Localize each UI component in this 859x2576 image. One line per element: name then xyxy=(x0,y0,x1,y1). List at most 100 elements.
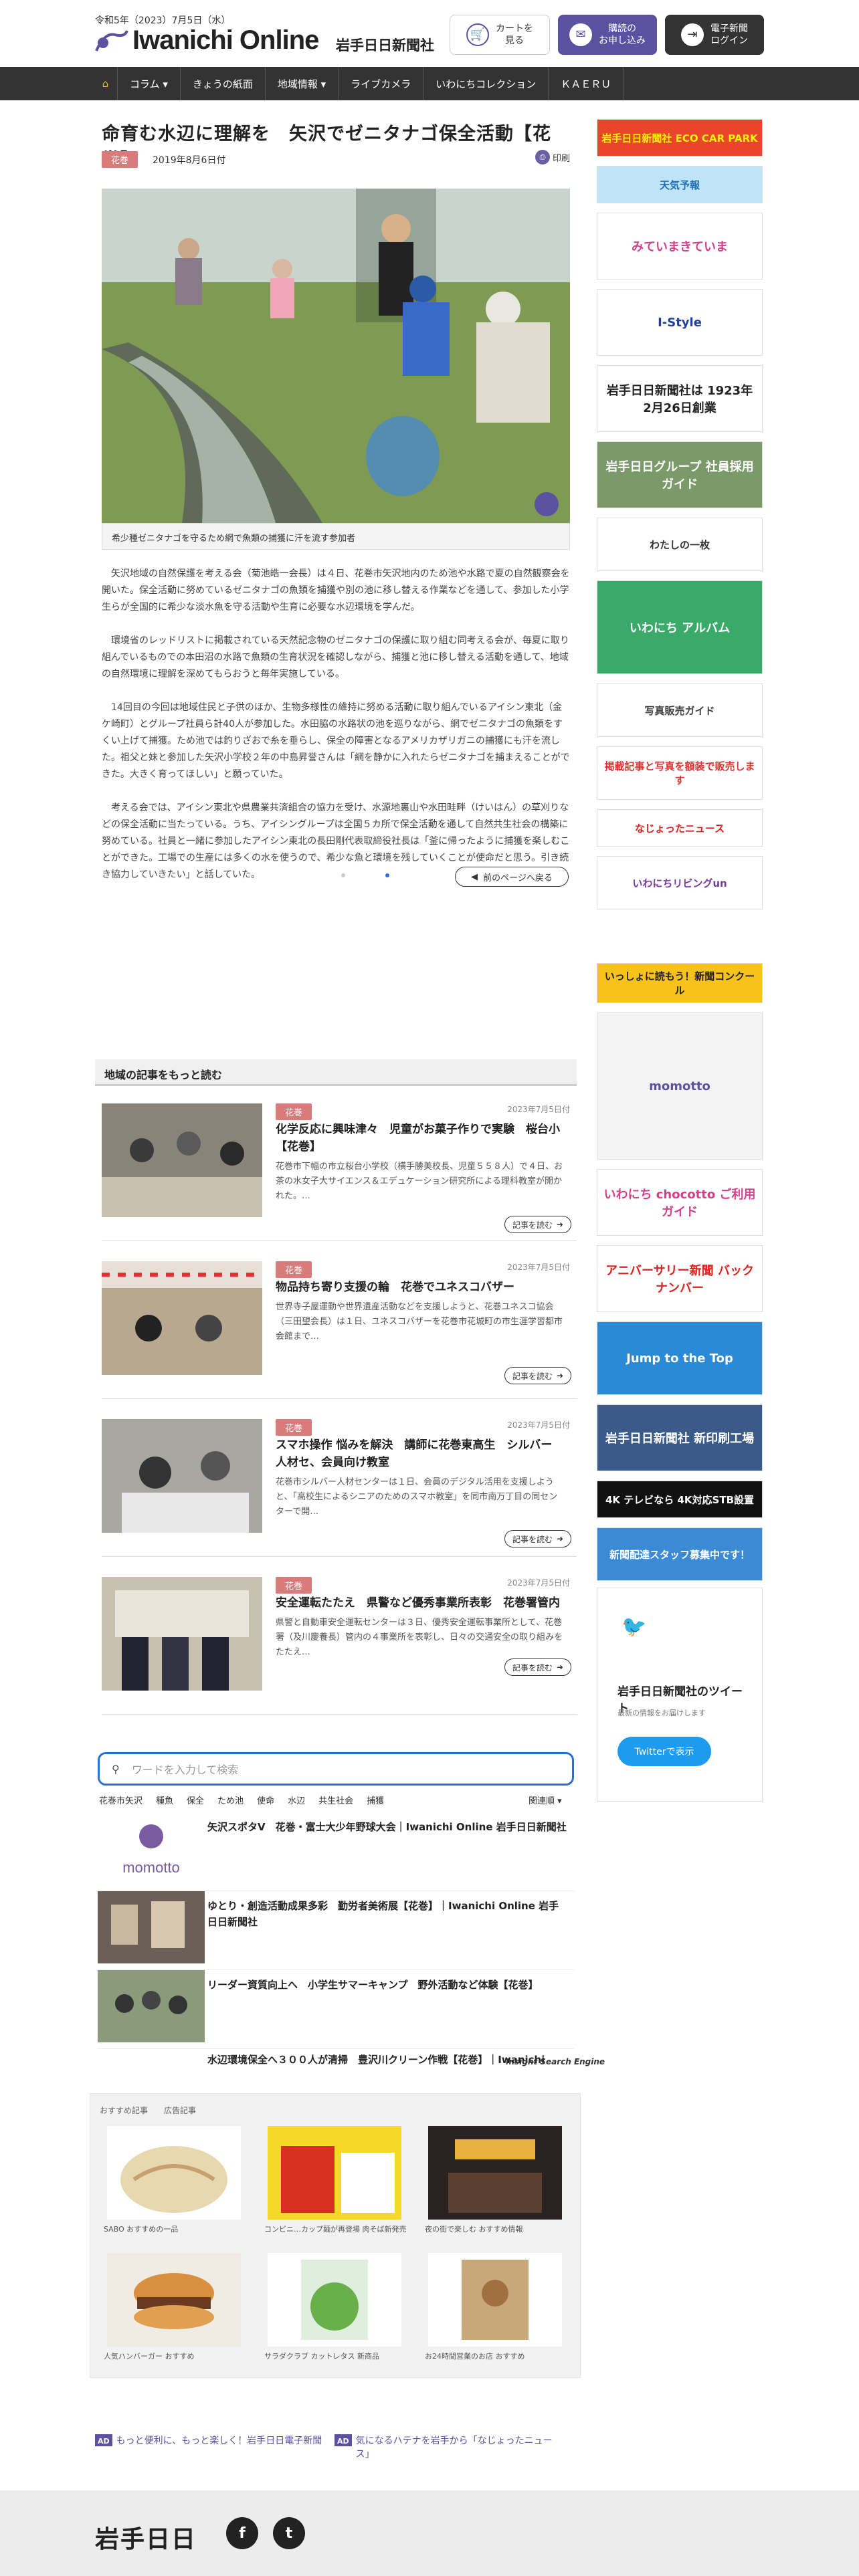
related-title[interactable]: スマホ操作 悩みを解決 講師に花巻東高生 シルバー人材セ、会員向け教室 xyxy=(276,1436,563,1471)
nav-item-live-camera[interactable]: ライブカメラ xyxy=(339,67,424,100)
read-more-button[interactable]: 記事を読む ➜ xyxy=(504,1216,571,1233)
category-badge[interactable]: 花巻 xyxy=(276,1103,312,1120)
cart-icon: 🛒 xyxy=(466,23,489,46)
sidebar-banner[interactable]: 写真販売ガイド xyxy=(597,683,763,737)
logo-icon[interactable] xyxy=(95,28,128,55)
recommend-item[interactable]: お24時間営業のお店 おすすめ xyxy=(418,2253,572,2361)
read-more-button[interactable]: 記事を読む ➜ xyxy=(504,1658,571,1676)
sidebar-banner[interactable]: アニバーサリー新聞 バックナンバー xyxy=(597,1245,763,1312)
sidebar-banner[interactable]: 掲載記事と写真を額装で販売します xyxy=(597,746,763,800)
search-icon: ⚲ xyxy=(112,1762,120,1776)
sidebar-banner[interactable]: なじょったニュース xyxy=(597,809,763,847)
related-article[interactable]: 花巻 2023年7月5日付 物品持ち寄り支援の輪 花巻でユネスコバザー 世界寺子… xyxy=(102,1252,577,1399)
recommend-item[interactable]: サラダクラブ カットレタス 新商品 xyxy=(258,2253,411,2361)
search-result[interactable]: ゆとり・創造活動成果多彩 勤労者美術展【花巻】｜Iwanichi Online … xyxy=(98,1891,574,1970)
logo-subtitle: 岩手日日新聞社 xyxy=(336,37,434,53)
twitter-footer-icon[interactable]: t xyxy=(273,2517,305,2549)
search-tag[interactable]: 水辺 xyxy=(286,1794,306,1806)
sidebar-banner[interactable]: 岩手日日グループ 社員採用ガイド xyxy=(597,441,763,508)
read-more-button[interactable]: 記事を読む ➜ xyxy=(504,1530,571,1547)
result-thumb[interactable] xyxy=(98,1970,205,2042)
sidebar-banner[interactable]: いわにちリビングun xyxy=(597,856,763,909)
sidebar-banner[interactable]: Jump to the Top xyxy=(597,1321,763,1395)
search-tag[interactable]: 種魚 xyxy=(155,1794,175,1806)
related-title[interactable]: 安全運転たたえ 県警など優秀事業所表彰 花巻署管内 xyxy=(276,1594,563,1612)
search-tag[interactable]: 花巻市矢沢 xyxy=(98,1794,144,1806)
ad-link-digital[interactable]: AD もっと便利に、もっと楽しく！岩手日日電子新聞 xyxy=(95,2434,322,2448)
search-tag[interactable]: 共生社会 xyxy=(317,1794,355,1806)
sidebar-banner[interactable]: I-Style xyxy=(597,289,763,356)
sidebar-banner[interactable]: 4K テレビなら 4K対応STB設置 xyxy=(597,1481,763,1518)
recommend-item[interactable]: 夜の街で楽しむ おすすめ情報 xyxy=(418,2126,572,2234)
search-result[interactable]: momotto 矢沢スポタV 花巻・富士大少年野球大会｜Iwanichi Onl… xyxy=(98,1812,574,1891)
category-badge[interactable]: 花巻 xyxy=(276,1419,312,1436)
sidebar-banner[interactable]: 岩手日日新聞社 新印刷工場 xyxy=(597,1404,763,1471)
recommend-item[interactable]: コンビニ…カップ麺が再登場 肉そば新発売 xyxy=(258,2126,411,2234)
sidebar-banner[interactable]: いっしょに読もう！新聞コンクール xyxy=(597,963,763,1003)
article-body: 矢沢地域の自然保護を考える会（菊池皓一会長）は４日、花巻市矢沢地内のため池や水路… xyxy=(102,568,570,880)
cart-button[interactable]: 🛒 カートを 見る xyxy=(450,15,550,55)
category-badge[interactable]: 花巻 xyxy=(102,151,138,168)
related-excerpt: 花巻市下幅の市立桜台小学校（横手勝美校長、児童５５８人）で４日、お茶の水女子大サ… xyxy=(276,1162,563,1201)
sidebar-banner[interactable]: 岩手日日新聞社 ECO CAR PARK xyxy=(597,119,763,156)
sidebar-banner[interactable]: 新聞配達スタッフ募集中です！ xyxy=(597,1527,763,1581)
pager-dots xyxy=(341,873,389,877)
result-thumb[interactable]: momotto xyxy=(98,1812,205,1885)
sidebar-banner[interactable]: 岩手日日新聞社は 1923年 2月26日創業 xyxy=(597,365,763,432)
subscribe-button[interactable]: ✉ 購読の お申し込み xyxy=(558,15,657,55)
result-title[interactable]: リーダー資質向上へ 小学生サマーキャンプ 野外活動など体験【花巻】 xyxy=(207,1977,569,1993)
sidebar-banner[interactable]: いわにち アルバム xyxy=(597,580,763,674)
footer-logo[interactable]: 岩手日日 xyxy=(95,2520,197,2555)
related-article[interactable]: 花巻 2023年7月5日付 安全運転たたえ 県警など優秀事業所表彰 花巻署管内 … xyxy=(102,1568,577,1715)
search-tag[interactable]: 捕獲 xyxy=(365,1794,385,1806)
sidebar-banner[interactable]: 天気予報 xyxy=(597,166,763,203)
related-article[interactable]: 花巻 2023年7月5日付 スマホ操作 悩みを解決 講師に花巻東高生 シルバー人… xyxy=(102,1410,577,1557)
facebook-icon[interactable]: f xyxy=(226,2517,258,2549)
search-input[interactable]: ワードを入力して検索 xyxy=(132,1761,239,1777)
related-thumb[interactable] xyxy=(102,1261,262,1375)
nav-item-todays-paper[interactable]: きょうの紙面 xyxy=(181,67,266,100)
envelope-icon: ✉ xyxy=(569,23,592,46)
related-title[interactable]: 化学反応に興味津々 児童がお菓子作りで実験 桜台小【花巻】 xyxy=(276,1121,563,1156)
arrow-right-icon: ➜ xyxy=(556,1662,564,1672)
print-icon: ⎙ xyxy=(535,150,550,165)
nav-item-local-info[interactable]: 地域情報 ▾ xyxy=(266,67,339,100)
twitter-view-button[interactable]: Twitterで表示 xyxy=(617,1737,711,1766)
print-button[interactable]: ⎙ 印刷 xyxy=(535,150,570,165)
nav-item-column[interactable]: コラム ▾ xyxy=(118,67,181,100)
site-search[interactable]: ⚲ ワードを入力して検索 xyxy=(98,1752,574,1786)
nav-item-kaeru[interactable]: ＫＡＥＲＵ xyxy=(549,67,624,100)
logo-text[interactable]: Iwanichi Online xyxy=(132,25,319,56)
related-article[interactable]: 花巻 2023年7月5日付 化学反応に興味津々 児童がお菓子作りで実験 桜台小【… xyxy=(102,1094,577,1241)
read-more-button[interactable]: 記事を読む ➜ xyxy=(504,1367,571,1384)
login-button[interactable]: ⇥ 電子新聞 ログイン xyxy=(665,15,764,55)
recommend-item[interactable]: SABO おすすめの一品 xyxy=(97,2126,251,2234)
result-thumb[interactable] xyxy=(98,1891,205,1963)
related-section-header: 地域の記事をもっと読む xyxy=(95,1059,577,1086)
sidebar-banner[interactable]: momotto xyxy=(597,1012,763,1160)
recommend-item[interactable]: 人気ハンバーガー おすすめ xyxy=(97,2253,251,2361)
prev-page-button[interactable]: ◀ 前のページへ戻る xyxy=(455,867,569,887)
related-title[interactable]: 物品持ち寄り支援の輪 花巻でユネスコバザー xyxy=(276,1279,563,1296)
sort-select[interactable]: 関連順 ▾ xyxy=(529,1794,562,1806)
related-thumb[interactable] xyxy=(102,1577,262,1691)
category-badge[interactable]: 花巻 xyxy=(276,1261,312,1278)
category-badge[interactable]: 花巻 xyxy=(276,1577,312,1594)
home-icon[interactable]: ⌂ xyxy=(94,67,118,100)
recommend-box: おすすめ記事 広告記事 SABO おすすめの一品 コンビニ…カップ麺が再登場 肉… xyxy=(90,2093,581,2378)
search-result[interactable]: リーダー資質向上へ 小学生サマーキャンプ 野外活動など体験【花巻】 xyxy=(98,1970,574,2049)
related-excerpt: 花巻市シルバー人材センターは１日、会員のデジタル活用を支援しようと、「高校生によ… xyxy=(276,1477,558,1517)
result-title[interactable]: ゆとり・創造活動成果多彩 勤労者美術展【花巻】｜Iwanichi Online … xyxy=(207,1898,569,1930)
search-tag[interactable]: ため池 xyxy=(216,1794,245,1806)
ad-link-najotta[interactable]: AD 気になるハテナを岩手から「なじょったニュース」 xyxy=(335,2434,562,2461)
sidebar-banner[interactable]: いわにち chocotto ご利用ガイド xyxy=(597,1169,763,1236)
related-thumb[interactable] xyxy=(102,1103,262,1217)
search-tag[interactable]: 保全 xyxy=(185,1794,205,1806)
nav-item-collection[interactable]: いわにちコレクション xyxy=(423,67,549,100)
search-tag[interactable]: 使命 xyxy=(256,1794,276,1806)
related-thumb[interactable] xyxy=(102,1419,262,1533)
result-title[interactable]: 矢沢スポタV 花巻・富士大少年野球大会｜Iwanichi Online 岩手日日… xyxy=(207,1819,569,1835)
search-result[interactable]: 水辺環境保全へ３００人が清掃 豊沢川クリーン作戦【花巻】｜Iwanichi xyxy=(98,2049,574,2066)
sidebar-banner[interactable]: わたしの一枚 xyxy=(597,518,763,571)
sidebar-banner[interactable]: みていまきていま xyxy=(597,213,763,280)
